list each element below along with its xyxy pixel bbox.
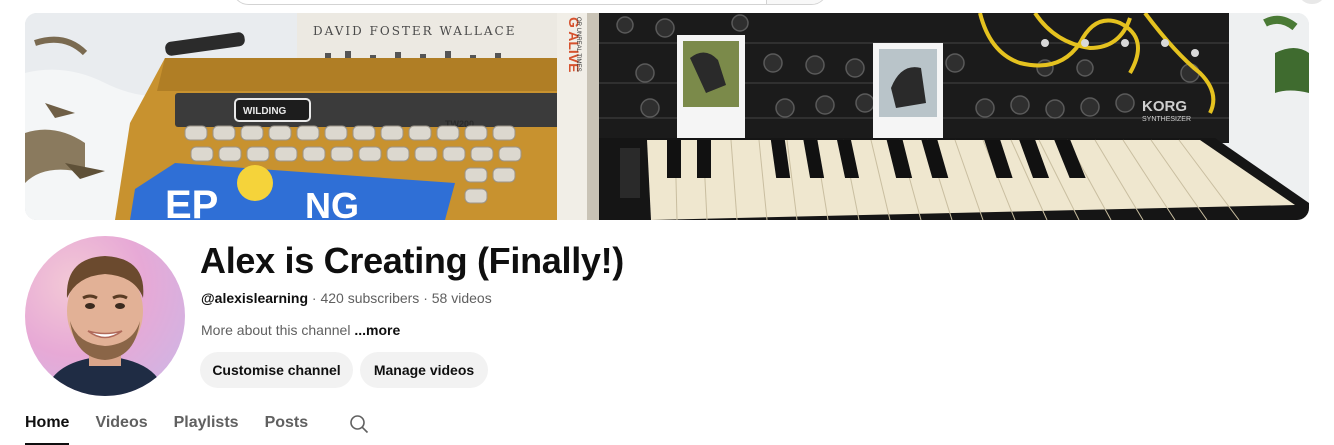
search-divider	[766, 0, 767, 4]
svg-text:EP: EP	[165, 183, 218, 220]
subscriber-count: 420 subscribers	[320, 290, 420, 306]
channel-tabs: Home Videos Playlists Posts	[25, 405, 372, 445]
book-spine-subtitle: OR UNREAL TIMES	[575, 17, 581, 72]
channel-title: Alex is Creating (Finally!)	[200, 240, 624, 281]
tab-home[interactable]: Home	[25, 405, 70, 445]
more-link[interactable]: ...more	[354, 322, 400, 338]
tab-playlists[interactable]: Playlists	[174, 405, 239, 441]
meta-separator: ·	[308, 290, 321, 306]
channel-meta: @alexislearning · 420 subscribers · 58 v…	[201, 290, 492, 306]
channel-banner: DAVID FOSTER WALLACE WILDING TW200 EP NG…	[25, 13, 1309, 220]
channel-avatar[interactable]	[25, 236, 185, 396]
tab-posts[interactable]: Posts	[265, 405, 309, 441]
svg-text:NG: NG	[305, 185, 359, 220]
video-count: 58 videos	[431, 290, 492, 306]
synth-brand-text: KORG	[1142, 98, 1187, 115]
search-icon[interactable]	[346, 411, 372, 437]
masthead-search-box[interactable]	[232, 0, 828, 5]
book-author-text: DAVID FOSTER WALLACE	[313, 24, 516, 38]
meta-separator: ·	[419, 290, 432, 306]
tab-videos[interactable]: Videos	[95, 405, 147, 441]
channel-handle: @alexislearning	[201, 290, 309, 306]
manage-videos-button[interactable]: Manage videos	[360, 352, 488, 388]
customise-channel-button[interactable]: Customise channel	[200, 352, 353, 388]
typewriter-brand-text: WILDING	[243, 106, 287, 117]
masthead-search-button[interactable]	[767, 0, 827, 4]
channel-about[interactable]: More about this channel ...more	[201, 322, 400, 338]
synth-model-text: SYNTHESIZER	[1142, 116, 1191, 123]
about-text[interactable]: More about this channel	[201, 322, 350, 338]
